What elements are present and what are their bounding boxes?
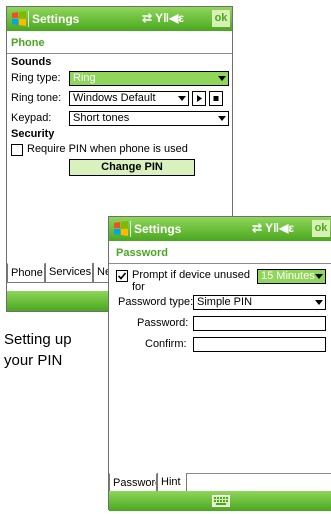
- chevron-down-icon: [178, 96, 186, 101]
- ring-type-label: Ring type:: [11, 72, 61, 84]
- divider: [7, 53, 232, 54]
- windows-flag-icon[interactable]: [11, 10, 28, 27]
- prompt-timeout-dropdown[interactable]: 15 Minutes: [257, 269, 326, 284]
- status-icons[interactable]: ⇄ Y‖◀ε: [142, 11, 184, 25]
- chevron-down-icon: [315, 300, 323, 305]
- prompt-checkbox[interactable]: [116, 270, 128, 282]
- title-separator: [130, 221, 131, 237]
- ring-tone-label: Ring tone:: [11, 92, 62, 104]
- sounds-heading: Sounds: [11, 56, 52, 68]
- status-icons[interactable]: ⇄ Y‖◀ε: [252, 221, 294, 235]
- caption-line-2: your PIN: [4, 352, 63, 369]
- window-title: Settings: [134, 222, 182, 236]
- keypad-label: Keypad:: [11, 112, 52, 124]
- ring-tone-dropdown[interactable]: Windows Default: [69, 91, 189, 106]
- chevron-down-icon: [218, 116, 226, 121]
- password-type-value: Simple PIN: [197, 296, 253, 308]
- tab-phone[interactable]: Phone: [7, 263, 45, 283]
- password-input[interactable]: [193, 316, 326, 331]
- security-heading: Security: [11, 128, 55, 140]
- ok-button[interactable]: ok: [312, 220, 330, 237]
- play-button[interactable]: [192, 91, 206, 106]
- caption-line-1: Setting up: [4, 331, 72, 348]
- title-bar: Settings ⇄ Y‖◀ε ok: [109, 217, 331, 241]
- prompt-label-line-1: Prompt if device unused: [132, 269, 251, 281]
- require-pin-checkbox[interactable]: [11, 144, 23, 156]
- stop-icon: [213, 96, 219, 101]
- change-pin-button[interactable]: Change PIN: [69, 159, 195, 176]
- keypad-dropdown[interactable]: Short tones: [69, 111, 229, 126]
- tab-password[interactable]: Password: [109, 473, 157, 493]
- confirm-label: Confirm:: [145, 338, 187, 350]
- ring-type-value: Ring: [73, 72, 96, 84]
- prompt-timeout-value: 15 Minutes: [261, 270, 315, 282]
- prompt-label-line-2: for: [132, 281, 145, 293]
- ring-type-dropdown[interactable]: Ring: [69, 71, 229, 86]
- prompt-label: Prompt if device unused for: [132, 269, 250, 293]
- window-title: Settings: [32, 12, 80, 26]
- chevron-down-icon: [218, 76, 226, 81]
- chevron-down-icon: [315, 274, 323, 279]
- confirm-input[interactable]: [193, 337, 326, 352]
- tab-hint[interactable]: Hint: [157, 473, 187, 493]
- title-bar: Settings ⇄ Y‖◀ε ok: [7, 7, 232, 31]
- stop-button[interactable]: [209, 91, 223, 106]
- section-title: Password: [116, 247, 168, 259]
- ring-tone-value: Windows Default: [73, 92, 156, 104]
- tab-services[interactable]: Services: [45, 263, 93, 283]
- keyboard-icon[interactable]: [212, 495, 230, 507]
- password-label: Password:: [137, 317, 189, 329]
- keypad-value: Short tones: [73, 112, 130, 124]
- password-settings-screen: Settings ⇄ Y‖◀ε ok Password Prompt if de…: [108, 216, 331, 511]
- windows-flag-icon[interactable]: [113, 220, 130, 237]
- require-pin-label: Require PIN when phone is used: [27, 143, 188, 155]
- divider: [109, 263, 331, 264]
- play-icon: [197, 95, 202, 102]
- menu-bar: [109, 491, 331, 511]
- password-type-dropdown[interactable]: Simple PIN: [193, 295, 326, 310]
- ok-button[interactable]: ok: [212, 10, 230, 27]
- password-type-label: Password type:: [118, 296, 194, 308]
- title-separator: [28, 11, 29, 27]
- section-title: Phone: [11, 37, 45, 49]
- checkmark-icon: [117, 272, 127, 280]
- figure-caption: Setting up your PIN: [4, 329, 72, 371]
